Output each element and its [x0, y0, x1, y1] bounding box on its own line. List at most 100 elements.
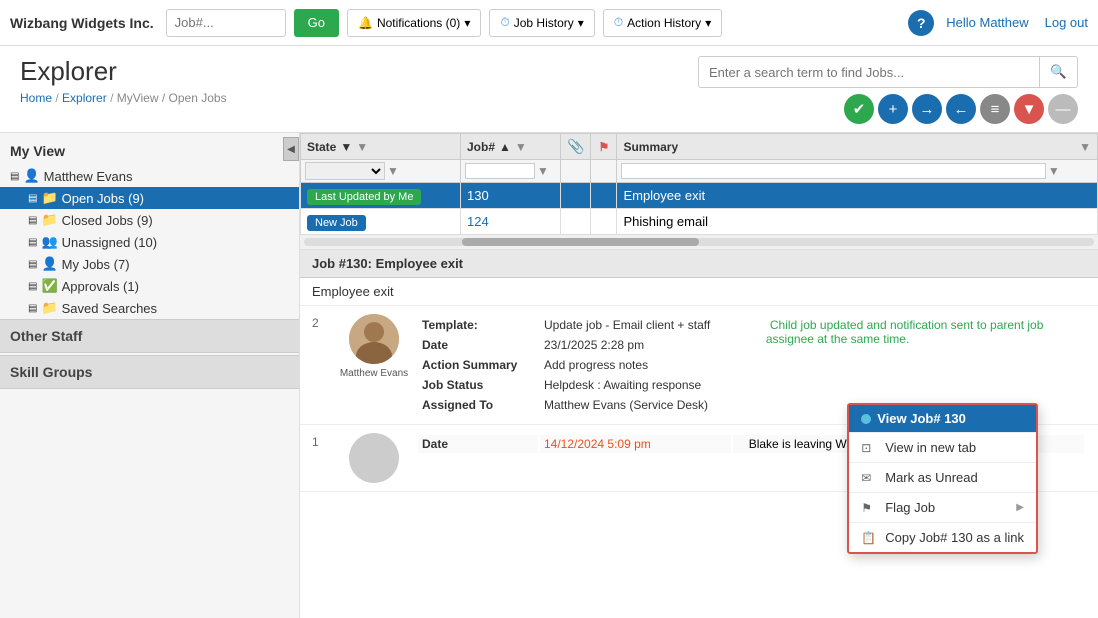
state-filter-select[interactable] — [305, 162, 385, 180]
expand-icon: ▤ — [10, 171, 19, 182]
sidebar-item-unassigned-label: Unassigned (10) — [62, 235, 289, 250]
context-menu-view-new-tab[interactable]: ⊡ View in new tab — [849, 432, 1036, 462]
search-icon: 🔍 — [1050, 64, 1067, 79]
sidebar-item-saved-searches[interactable]: ▤ 📁 Saved Searches — [0, 297, 299, 319]
jobs-table-wrapper: State ▼ ▼ Job# ▲ ▼ — [300, 133, 1098, 250]
context-menu-header: View Job# 130 — [849, 405, 1036, 432]
top-nav: Wizbang Widgets Inc. Go 🔔 Notifications … — [0, 0, 1098, 46]
expand-icon2: ▤ — [28, 193, 37, 204]
other-staff-section[interactable]: Other Staff — [0, 319, 299, 353]
action-number: 2 — [312, 314, 332, 416]
copy-link-icon: 📋 — [861, 531, 877, 545]
filter-funnel-icon2: ▼ — [537, 164, 549, 178]
jobs-table: State ▼ ▼ Job# ▲ ▼ — [300, 133, 1098, 235]
sidebar-user-label: Matthew Evans — [44, 169, 133, 184]
mark-unread-icon: ✉ — [861, 471, 877, 485]
approvals-icon: ✅ — [41, 278, 57, 294]
expand-icon5: ▤ — [28, 259, 37, 270]
context-menu-title: View Job# 130 — [877, 411, 966, 426]
summary-cell2: Phishing email — [617, 209, 1098, 235]
sidebar: ◀ My View ▤ 👤 Matthew Evans ▤ 📁 Open Job… — [0, 133, 300, 618]
chevron-down-icon3: ▾ — [705, 16, 711, 30]
expand-icon3: ▤ — [28, 215, 37, 226]
context-menu-dot — [861, 414, 871, 424]
page-title-area: Explorer Home / Explorer / MyView / Open… — [20, 56, 227, 105]
job-num-filter-input[interactable] — [465, 163, 535, 179]
folder-icon: 📁 — [41, 190, 57, 206]
skill-groups-section[interactable]: Skill Groups — [0, 355, 299, 389]
breadcrumb-explorer[interactable]: Explorer — [62, 91, 107, 105]
sidebar-item-closed-jobs[interactable]: ▤ 📁 Closed Jobs (9) — [0, 209, 299, 231]
flag-job-icon: ⚑ — [861, 501, 877, 515]
job-num-cell2: 124 — [461, 209, 561, 235]
breadcrumb-current: MyView / Open Jobs — [117, 91, 227, 105]
scrollbar-track — [304, 238, 1094, 246]
col-summary: Summary ▼ — [617, 134, 1098, 160]
job-history-icon: ⏱ — [500, 15, 509, 30]
toolbar-add-button[interactable]: + — [878, 94, 908, 124]
toolbar-back-button[interactable]: ← — [946, 94, 976, 124]
avatar2 — [349, 433, 399, 483]
job-link[interactable]: 130 — [467, 188, 489, 203]
sort-asc-icon: ▲ — [499, 140, 511, 154]
search-button[interactable]: 🔍 — [1039, 57, 1077, 87]
date-link[interactable]: 14/12/2024 5:09 pm — [544, 437, 651, 451]
sidebar-item-closed-jobs-label: Closed Jobs (9) — [62, 213, 289, 228]
toolbar-forward-button[interactable]: → — [912, 94, 942, 124]
filter-icon3[interactable]: ▼ — [1079, 140, 1091, 154]
job-history-button[interactable]: ⏱ Job History ▾ — [489, 9, 594, 37]
summary-filter-input[interactable] — [621, 163, 1045, 179]
notifications-button[interactable]: 🔔 Notifications (0) ▾ — [347, 9, 481, 37]
sidebar-item-unassigned[interactable]: ▤ 👥 Unassigned (10) — [0, 231, 299, 253]
page-header: Explorer Home / Explorer / MyView / Open… — [0, 46, 1098, 133]
horizontal-scrollbar[interactable] — [300, 235, 1098, 249]
logout-link[interactable]: Log out — [1045, 15, 1088, 30]
breadcrumb-home[interactable]: Home — [20, 91, 52, 105]
hello-link[interactable]: Hello Matthew — [946, 15, 1028, 30]
toolbar-dash-button[interactable]: — — [1048, 94, 1078, 124]
table-row[interactable]: New Job 124 Phishing email — [301, 209, 1098, 235]
brand-name: Wizbang Widgets Inc. — [10, 15, 154, 31]
action-history-button[interactable]: ⏱ Action History ▾ — [603, 9, 722, 37]
filter-icon2[interactable]: ▼ — [515, 140, 527, 154]
sidebar-item-my-jobs[interactable]: ▤ 👤 My Jobs (7) — [0, 253, 299, 275]
context-menu-mark-unread[interactable]: ✉ Mark as Unread — [849, 462, 1036, 492]
toolbar-check-button[interactable]: ✔ — [844, 94, 874, 124]
toolbar-down-button[interactable]: ▼ — [1014, 94, 1044, 124]
sidebar-item-approvals[interactable]: ▤ ✅ Approvals (1) — [0, 275, 299, 297]
context-menu-copy-link[interactable]: 📋 Copy Job# 130 as a link — [849, 522, 1036, 552]
help-button[interactable]: ? — [908, 10, 934, 36]
sidebar-title: My View — [0, 133, 299, 165]
table-row[interactable]: Last Updated by Me 130 Employee exit — [301, 183, 1098, 209]
context-menu-flag-job[interactable]: ⚑ Flag Job — [849, 492, 1036, 522]
flag-icon: ⚑ — [599, 140, 610, 154]
action-history-icon: ⏱ — [614, 15, 623, 30]
toolbar-icons: ✔ + → ← ≡ ▼ — — [844, 94, 1078, 124]
sidebar-item-approvals-label: Approvals (1) — [62, 279, 289, 294]
user-icon: 👤 — [23, 168, 39, 184]
filter-funnel-icon: ▼ — [387, 164, 399, 178]
go-button[interactable]: Go — [294, 9, 339, 37]
sort-icon: ▼ — [340, 140, 352, 154]
toolbar-menu-button[interactable]: ≡ — [980, 94, 1010, 124]
sidebar-item-open-jobs-label: Open Jobs (9) — [62, 191, 289, 206]
content-area: State ▼ ▼ Job# ▲ ▼ — [300, 133, 1098, 618]
sidebar-item-my-jobs-label: My Jobs (7) — [62, 257, 289, 272]
breadcrumb: Home / Explorer / MyView / Open Jobs — [20, 91, 227, 105]
detail-row: Template: Update job - Email client + st… — [418, 316, 1084, 334]
sidebar-user-root[interactable]: ▤ 👤 Matthew Evans — [0, 165, 299, 187]
filter-icon[interactable]: ▼ — [356, 140, 368, 154]
sidebar-item-open-jobs[interactable]: ▤ 📁 Open Jobs (9) — [0, 187, 299, 209]
job-link2[interactable]: 124 — [467, 214, 489, 229]
state-cell: Last Updated by Me — [301, 183, 461, 209]
col-flag: ⚑ — [591, 134, 617, 160]
job-num-cell: 130 — [461, 183, 561, 209]
summary-cell: Employee exit — [617, 183, 1098, 209]
col-clip: 📎 — [561, 134, 591, 160]
state-cell2: New Job — [301, 209, 461, 235]
sidebar-collapse-button[interactable]: ◀ — [283, 137, 299, 161]
search-input[interactable] — [699, 57, 1039, 87]
avatar — [349, 314, 399, 364]
job-number-input[interactable] — [166, 9, 286, 37]
job-detail-header: Job #130: Employee exit — [300, 250, 1098, 278]
